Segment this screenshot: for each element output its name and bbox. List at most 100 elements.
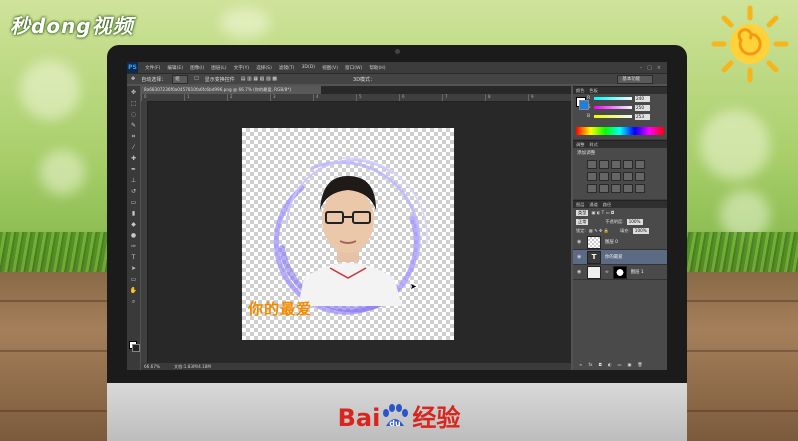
minimize-icon[interactable]: –: [640, 65, 643, 71]
menu-type[interactable]: 文字(Y): [234, 65, 250, 71]
channel-mixer-icon[interactable]: [635, 172, 645, 181]
dodge-tool-icon[interactable]: ●: [129, 231, 138, 240]
color-background-swatch[interactable]: [579, 100, 589, 110]
window-controls: – □ ×: [640, 65, 667, 71]
posterize-icon[interactable]: [599, 184, 609, 193]
shape-tool-icon[interactable]: ▭: [129, 275, 138, 284]
auto-select-label: 自动选择：: [141, 76, 167, 83]
auto-select-dropdown[interactable]: 组: [172, 74, 189, 84]
menu-edit[interactable]: 编辑(E): [167, 65, 183, 71]
color-balance-icon[interactable]: [599, 172, 609, 181]
align-icons[interactable]: ▤ ▥ ▦ ▧ ▨ ▩: [241, 76, 277, 82]
document-tab[interactable]: 8a68307236f0a0457810fa6fc6bd996.png @ 66…: [141, 86, 321, 94]
canvas-text-layer[interactable]: 你的最爱: [248, 298, 312, 319]
quick-select-tool-icon[interactable]: ✎: [129, 121, 138, 130]
visibility-eye-icon[interactable]: ◉: [577, 269, 583, 275]
brush-tool-icon[interactable]: ✒: [129, 165, 138, 174]
menu-help[interactable]: 帮助(H): [369, 65, 385, 71]
add-mask-icon[interactable]: ◘: [598, 362, 601, 367]
color-spectrum[interactable]: [576, 127, 664, 135]
adjustment-layer-icon[interactable]: ◐: [608, 362, 612, 367]
photo-filter-icon[interactable]: [623, 172, 633, 181]
show-transform-checkbox[interactable]: ☐: [194, 76, 198, 82]
black-white-icon[interactable]: [611, 172, 621, 181]
history-brush-icon[interactable]: ↺: [129, 187, 138, 196]
filter-icons[interactable]: ▣ ◐ T ▭ ◘: [591, 210, 614, 215]
opacity-field[interactable]: 100%: [626, 218, 643, 225]
move-tool-icon[interactable]: ✥: [131, 76, 135, 82]
workspace-dropdown[interactable]: 基本功能: [617, 74, 653, 84]
slider-b[interactable]: B 253: [573, 112, 667, 121]
menu-3d[interactable]: 3D(D): [301, 65, 315, 70]
background-color-swatch[interactable]: [132, 344, 140, 352]
menu-layer[interactable]: 图层(L): [211, 65, 226, 71]
layer-kind-filter[interactable]: 类型: [576, 209, 589, 216]
fx-icon[interactable]: fx: [589, 362, 593, 367]
menu-image[interactable]: 图像(I): [190, 65, 204, 71]
new-group-icon[interactable]: ▭: [617, 362, 621, 367]
new-layer-icon[interactable]: ▣: [627, 362, 631, 367]
layer-row-selected[interactable]: ◉ T 你的最爱: [573, 250, 667, 265]
zoom-tool-icon[interactable]: ⌕: [129, 297, 138, 306]
layers-panel-tabs: 图层 通道 路径: [573, 201, 667, 208]
b-value-field[interactable]: 253: [635, 113, 650, 120]
ruler-tick: 0: [141, 94, 184, 101]
marquee-tool-icon[interactable]: ⬚: [129, 99, 138, 108]
maximize-icon[interactable]: □: [647, 65, 652, 71]
tab-paths[interactable]: 路径: [603, 201, 611, 208]
path-select-tool-icon[interactable]: ➤: [129, 264, 138, 273]
tab-layers[interactable]: 图层: [576, 201, 584, 208]
layer-actions: ∞ fx ◘ ◐ ▭ ▣ 🗑: [573, 360, 643, 369]
r-value-field[interactable]: 240: [635, 95, 650, 102]
trash-icon[interactable]: 🗑: [637, 362, 642, 368]
blur-tool-icon[interactable]: ◆: [129, 220, 138, 229]
invert-icon[interactable]: [587, 184, 597, 193]
hand-tool-icon[interactable]: ✋: [129, 286, 138, 295]
eraser-tool-icon[interactable]: ▭: [129, 198, 138, 207]
lasso-tool-icon[interactable]: ◌: [129, 110, 138, 119]
tab-adjustments[interactable]: 调整: [576, 141, 584, 148]
lock-icons[interactable]: ▦ ✎ ✥ 🔒: [589, 228, 609, 234]
move-tool-icon[interactable]: ✥: [129, 88, 138, 97]
visibility-eye-icon[interactable]: ◉: [577, 254, 583, 260]
r-slider-track[interactable]: [594, 97, 632, 100]
b-slider-track[interactable]: [594, 115, 632, 118]
tab-color[interactable]: 颜色: [576, 87, 584, 94]
gradient-tool-icon[interactable]: ▮: [129, 209, 138, 218]
eyedropper-tool-icon[interactable]: ⁄: [129, 143, 138, 152]
blend-mode-dropdown[interactable]: 正常: [576, 218, 589, 225]
type-tool-icon[interactable]: T: [129, 253, 138, 262]
stamp-tool-icon[interactable]: ⊥: [129, 176, 138, 185]
fill-field[interactable]: 100%: [632, 227, 649, 234]
link-layers-icon[interactable]: ∞: [579, 362, 583, 367]
zoom-level[interactable]: 66.67%: [144, 363, 160, 370]
tab-styles[interactable]: 样式: [589, 141, 597, 148]
g-value-field[interactable]: 250: [635, 104, 650, 111]
vibrance-icon[interactable]: [635, 160, 645, 169]
image-canvas[interactable]: 你的最爱 ➤: [242, 128, 454, 340]
layer-name: 图层 0: [605, 240, 618, 245]
close-icon[interactable]: ×: [657, 65, 661, 71]
levels-icon[interactable]: [599, 160, 609, 169]
menu-file[interactable]: 文件(F): [145, 65, 160, 71]
menu-window[interactable]: 窗口(W): [345, 65, 362, 71]
gradient-map-icon[interactable]: [623, 184, 633, 193]
menu-filter[interactable]: 滤镜(T): [279, 65, 295, 71]
selective-color-icon[interactable]: [635, 184, 645, 193]
layer-row[interactable]: ◉ ∞ 图层 1: [573, 265, 667, 280]
pen-tool-icon[interactable]: ✑: [129, 242, 138, 251]
brightness-icon[interactable]: [587, 160, 597, 169]
curves-icon[interactable]: [611, 160, 621, 169]
visibility-eye-icon[interactable]: ◉: [577, 239, 583, 245]
exposure-icon[interactable]: [623, 160, 633, 169]
threshold-icon[interactable]: [611, 184, 621, 193]
g-slider-track[interactable]: [594, 106, 632, 109]
tab-channels[interactable]: 通道: [589, 201, 597, 208]
crop-tool-icon[interactable]: ⌗: [129, 132, 138, 141]
healing-tool-icon[interactable]: ✚: [129, 154, 138, 163]
menu-view[interactable]: 视图(V): [322, 65, 338, 71]
tab-swatches[interactable]: 色板: [589, 87, 597, 94]
menu-select[interactable]: 选择(S): [256, 65, 272, 71]
hue-icon[interactable]: [587, 172, 597, 181]
layer-row[interactable]: ◉ 图层 0: [573, 235, 667, 250]
